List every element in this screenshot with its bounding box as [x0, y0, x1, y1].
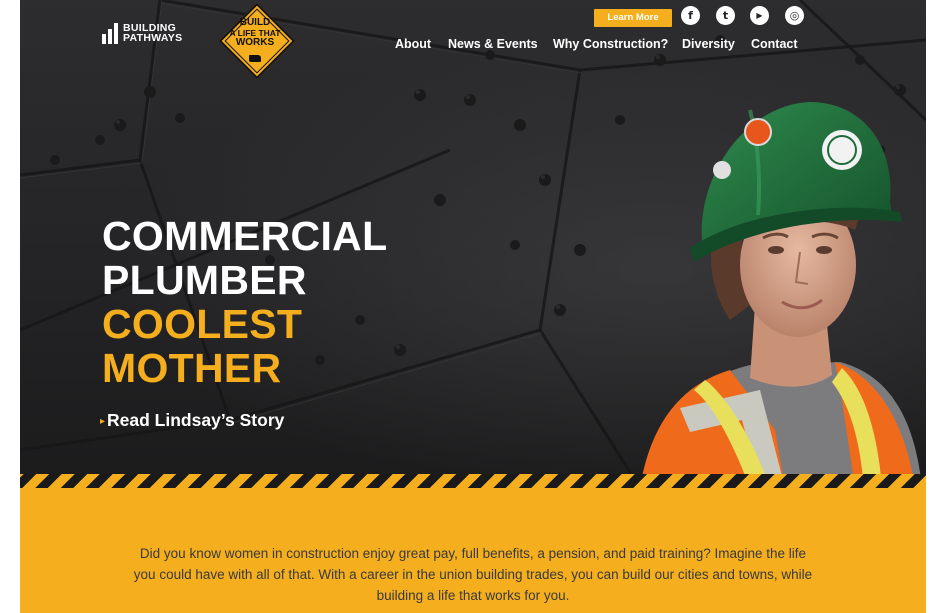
twitter-icon[interactable]: t	[716, 6, 735, 25]
info-section: Did you know women in construction enjoy…	[20, 488, 926, 613]
facebook-icon[interactable]: f	[681, 6, 700, 25]
logo-bars-icon	[102, 22, 118, 44]
nav-contact[interactable]: Contact	[751, 37, 798, 51]
read-story-link[interactable]: ▸ Read Lindsay’s Story	[100, 410, 284, 431]
page: BUILDING PATHWAYS BUILD A LIFE THAT WORK…	[0, 0, 930, 613]
hero-headline: COMMERCIAL PLUMBER COOLEST MOTHER	[102, 214, 387, 390]
badge-line-3: WORKS	[235, 37, 275, 48]
hero-section: BUILDING PATHWAYS BUILD A LIFE THAT WORK…	[20, 0, 926, 488]
nav-news-events[interactable]: News & Events	[448, 37, 538, 51]
headline-line-4: MOTHER	[102, 345, 282, 391]
massachusetts-icon	[249, 55, 261, 62]
headline-line-3: COOLEST	[102, 301, 303, 347]
headline-line-1: COMMERCIAL	[102, 213, 388, 259]
build-a-life-badge[interactable]: BUILD A LIFE THAT WORKS	[215, 2, 296, 80]
nav-why-construction[interactable]: Why Construction?	[553, 37, 668, 51]
headline-line-2: PLUMBER	[102, 257, 307, 303]
arrow-right-icon: ▸	[100, 416, 106, 427]
worker-portrait	[640, 102, 922, 488]
nav-diversity[interactable]: Diversity	[682, 37, 735, 51]
youtube-icon[interactable]: ▶	[750, 6, 769, 25]
nav-about[interactable]: About	[395, 37, 431, 51]
building-pathways-logo[interactable]: BUILDING PATHWAYS	[102, 21, 182, 45]
read-story-label: Read Lindsay’s Story	[107, 410, 285, 430]
logo-line-2: PATHWAYS	[123, 32, 183, 44]
instagram-icon[interactable]: ◎	[785, 6, 804, 25]
hazard-stripe	[20, 474, 926, 488]
info-paragraph: Did you know women in construction enjoy…	[133, 546, 813, 603]
learn-more-button[interactable]: Learn More	[594, 9, 672, 27]
badge-line-1: BUILD	[239, 17, 271, 28]
